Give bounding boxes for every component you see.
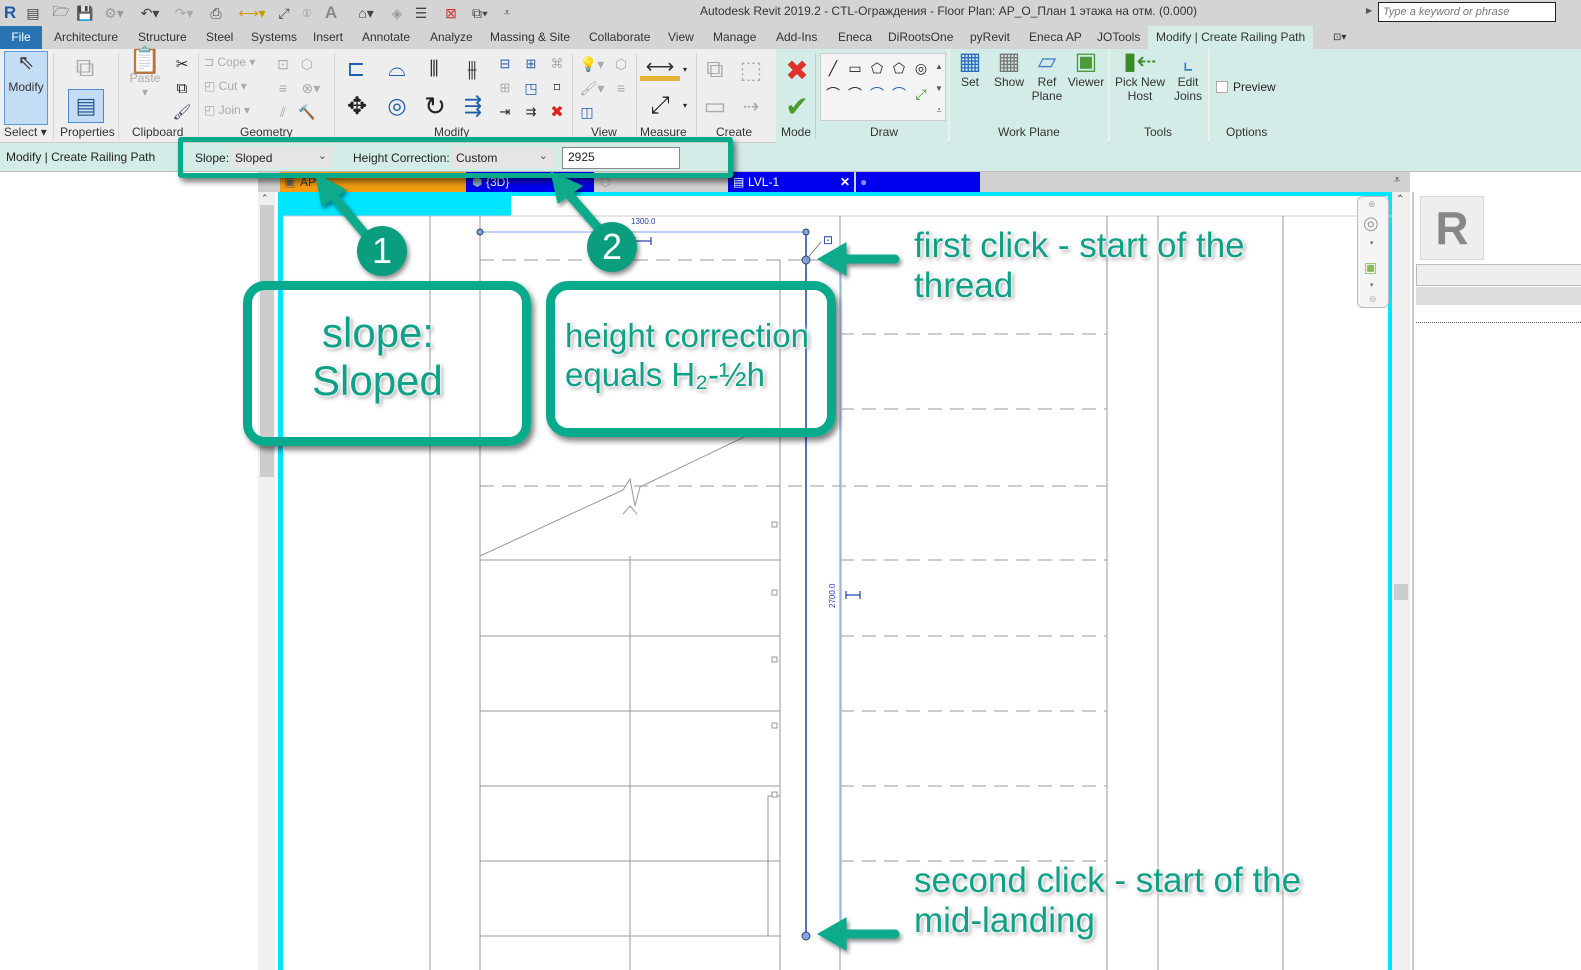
height-note-line2: equals H₂-½h bbox=[565, 356, 765, 393]
arrow-first-click-head bbox=[816, 242, 847, 276]
first-click-note-line2: thread bbox=[914, 266, 1014, 305]
arrow-2 bbox=[560, 185, 605, 235]
annotation-arrows bbox=[315, 171, 900, 951]
slope-note-line1: slope: bbox=[322, 309, 435, 356]
second-click-note-line2: mid-landing bbox=[914, 901, 1095, 940]
callout-2: 2 bbox=[587, 222, 637, 272]
second-click-note-line1: second click - start of the bbox=[914, 861, 1302, 900]
callout-1: 1 bbox=[357, 226, 407, 276]
height-note-line1: height correction bbox=[565, 317, 809, 354]
first-click-note-line1: first click - start of the bbox=[914, 226, 1245, 265]
slope-note-line2: Sloped bbox=[312, 357, 443, 404]
arrow-second-click-head bbox=[816, 917, 847, 951]
